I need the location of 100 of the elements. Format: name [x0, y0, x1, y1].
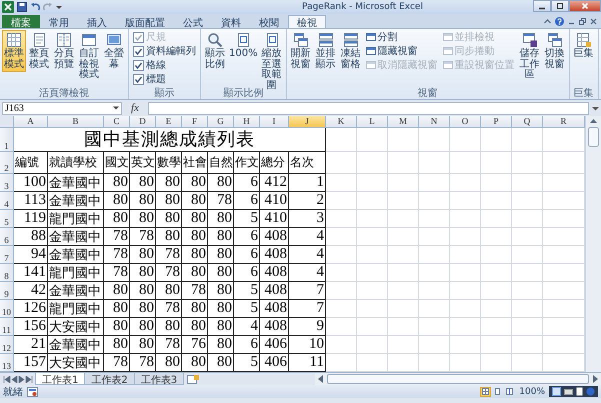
column-header[interactable]: M [388, 116, 419, 128]
checkbox-label[interactable]: 資料編輯列 [146, 44, 196, 58]
scroll-right-icon[interactable] [592, 375, 598, 383]
column-header[interactable]: H [234, 116, 260, 128]
table-cell: 408 [260, 300, 289, 318]
ribbon-tab[interactable]: 插入 [78, 15, 116, 28]
row-header[interactable]: 10 [0, 300, 14, 318]
checkbox-label[interactable]: 格線 [146, 58, 166, 72]
ribbon-tab[interactable]: 公式 [174, 15, 212, 28]
ribbon-button[interactable]: 隱藏視窗 [366, 44, 438, 58]
checkbox-label[interactable]: 標題 [146, 72, 166, 86]
view-button[interactable] [480, 386, 492, 396]
checkbox[interactable] [133, 60, 144, 70]
caret-icon[interactable] [113, 105, 119, 111]
column-header[interactable]: A [14, 116, 48, 128]
sheet-tab[interactable]: 工作表1 [35, 373, 86, 385]
caret-icon[interactable] [56, 3, 62, 11]
ribbon-tab[interactable]: 檢視 [288, 15, 326, 28]
empty-cell [326, 264, 357, 282]
insert-function-button[interactable]: fx [125, 102, 145, 114]
table-cell: 78 [130, 228, 156, 246]
column-header[interactable]: J [289, 116, 326, 128]
horizontal-scrollbar[interactable] [315, 373, 601, 385]
ribbon-button[interactable]: 儲存工作區 [518, 30, 542, 82]
ribbon-button[interactable]: 標準模式 [2, 30, 26, 72]
row-header[interactable]: 5 [0, 210, 14, 228]
row-header[interactable]: 1 [0, 128, 14, 152]
ribbon-button[interactable]: 顯示比例 [203, 30, 227, 72]
ribbon-button[interactable]: 並排顯示 [314, 30, 338, 72]
column-header[interactable]: D [130, 116, 156, 128]
zoom-level[interactable]: 100% [519, 386, 545, 396]
ribbon-button[interactable]: 全螢幕 [102, 30, 126, 72]
minimize-button[interactable] [533, 0, 551, 12]
sheet-tab[interactable]: 工作表3 [134, 373, 184, 385]
ribbon-tab[interactable]: 常用 [40, 15, 78, 28]
file-tab[interactable]: 檔案 [2, 15, 40, 28]
row-header[interactable]: 3 [0, 174, 14, 192]
ribbon-button[interactable]: 凍結窗格 [338, 30, 363, 72]
formula-input[interactable] [148, 102, 589, 114]
row-header[interactable]: 7 [0, 246, 14, 264]
column-header[interactable]: F [182, 116, 208, 128]
row-header[interactable]: 13 [0, 354, 14, 372]
ribbon-button[interactable]: 巨集 [572, 30, 596, 62]
ribbon-tab[interactable]: 資料 [212, 15, 250, 28]
save-icon[interactable] [17, 2, 27, 12]
help-icon[interactable] [555, 16, 564, 26]
close-button[interactable] [569, 0, 601, 12]
ribbon-button[interactable]: 100% [228, 30, 259, 62]
page-icon[interactable] [576, 387, 583, 396]
macro-record-icon[interactable] [27, 386, 38, 396]
window-icon [81, 32, 97, 48]
row-header[interactable]: 8 [0, 264, 14, 282]
empty-cell [481, 300, 512, 318]
sheet-tab[interactable]: 工作表2 [84, 373, 135, 385]
column-header[interactable]: G [208, 116, 234, 128]
restore-icon[interactable] [579, 18, 586, 24]
keyboard-icon[interactable] [564, 387, 573, 396]
ribbon-button[interactable]: 切換視窗 [542, 30, 567, 72]
row-header[interactable]: 2 [0, 152, 14, 174]
column-header[interactable]: B [48, 116, 104, 128]
name-box[interactable]: J163 [2, 102, 122, 114]
column-header[interactable]: K [326, 116, 357, 128]
view-button[interactable] [504, 386, 516, 396]
ribbon-button[interactable]: 分割 [366, 30, 438, 44]
maximize-button[interactable] [551, 0, 569, 12]
ribbon-button[interactable]: 分頁預覽 [52, 30, 76, 72]
checkbox[interactable] [133, 74, 144, 84]
ribbon-button[interactable]: 開新視窗 [288, 30, 313, 72]
column-header[interactable]: N [419, 116, 450, 128]
sheet-navigation-icon[interactable] [3, 376, 33, 382]
column-header[interactable]: Q [512, 116, 543, 128]
empty-cell [481, 318, 512, 336]
row-header[interactable]: 6 [0, 228, 14, 246]
ribbon-tab[interactable]: 版面配置 [116, 15, 174, 28]
column-header[interactable]: P [481, 116, 512, 128]
new-sheet-icon[interactable] [187, 374, 200, 384]
column-header[interactable]: I [260, 116, 289, 128]
scroll-left-icon[interactable] [318, 375, 324, 383]
ribbon-button[interactable]: 自訂檢視模式 [77, 30, 101, 82]
row-header[interactable]: 4 [0, 192, 14, 210]
column-header[interactable]: R [543, 116, 585, 128]
column-header[interactable]: C [104, 116, 130, 128]
column-header[interactable]: O [450, 116, 481, 128]
vertical-scrollbar[interactable] [585, 116, 601, 372]
checkbox[interactable] [133, 46, 144, 56]
column-header[interactable]: E [156, 116, 182, 128]
column-header[interactable]: L [357, 116, 388, 128]
table-cell: 80 [130, 174, 156, 192]
ribbon-tab[interactable]: 校閱 [250, 15, 288, 28]
caret-icon[interactable] [592, 104, 599, 112]
scroll-thumb-icon[interactable] [588, 127, 599, 147]
row-header[interactable]: 9 [0, 282, 14, 300]
table-heading: 數學 [156, 152, 182, 174]
ribbon-button[interactable]: 整頁模式 [27, 30, 51, 72]
empty-cell [388, 318, 419, 336]
undo-icon[interactable] [30, 2, 40, 12]
row-header[interactable]: 11 [0, 318, 14, 336]
row-header[interactable]: 12 [0, 336, 14, 354]
close-icon[interactable] [590, 18, 597, 24]
caret-icon[interactable] [544, 18, 551, 24]
